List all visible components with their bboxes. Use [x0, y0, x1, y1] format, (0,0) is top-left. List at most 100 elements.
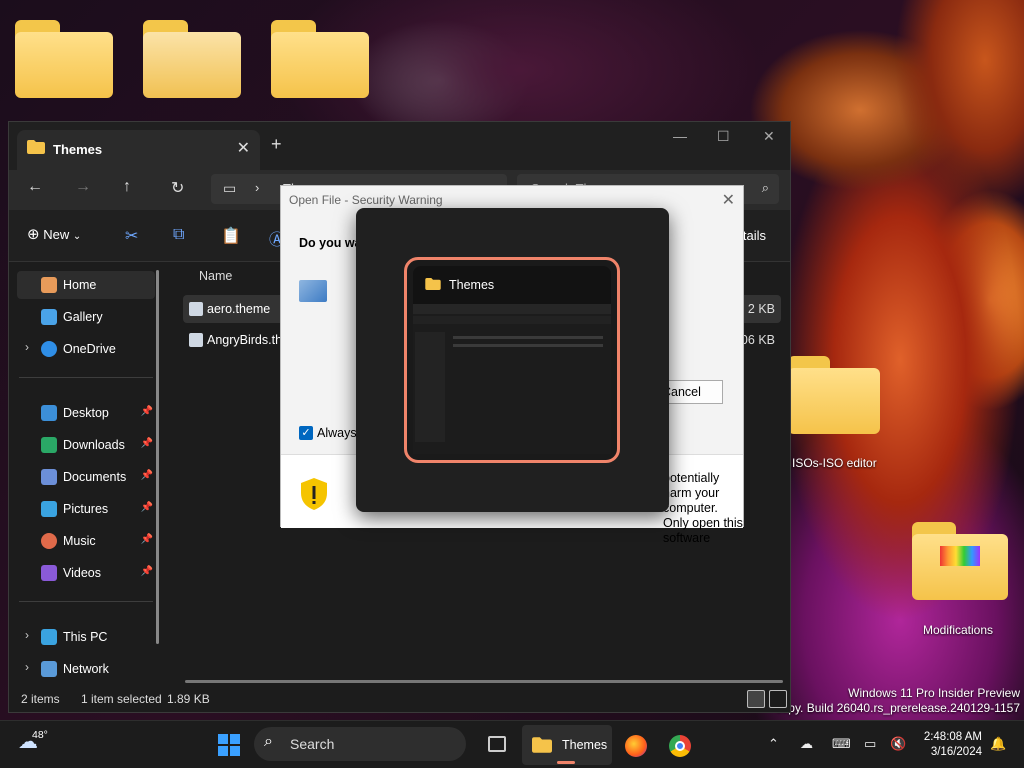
- taskbar-search[interactable]: ⌕ Search: [254, 727, 466, 761]
- mini-toolbar: [413, 316, 611, 324]
- desktop-label-modifications: Modifications: [923, 623, 994, 637]
- mini-toolbar: [413, 304, 611, 314]
- thumbnail-preview: [413, 304, 611, 454]
- plus-circle-icon: ⊕: [27, 226, 40, 243]
- pictures-icon: [41, 501, 57, 517]
- refresh-icon[interactable]: ↻: [171, 178, 184, 198]
- desktop-folder-2[interactable]: [143, 20, 241, 98]
- sidebar-item-this-pc[interactable]: › This PC: [17, 623, 155, 651]
- pin-icon[interactable]: 📌: [141, 406, 153, 417]
- document-icon: [41, 469, 57, 485]
- pin-icon[interactable]: 📌: [141, 534, 153, 545]
- keyboard-icon[interactable]: ⌨: [832, 736, 851, 752]
- taskbar: ☁ 48° ⌕ Search Themes ⌃ ☁ ⌨ ▭ 🔇 2:48:08 …: [0, 720, 1024, 768]
- sidebar-item-network[interactable]: › Network: [17, 655, 155, 683]
- chevron-right-icon[interactable]: ›: [25, 340, 29, 354]
- close-icon[interactable]: ✕: [722, 190, 735, 210]
- tab-title: Themes: [53, 142, 103, 157]
- notification-bell-icon[interactable]: 🔔: [990, 736, 1006, 752]
- always-ask-checkbox[interactable]: ✓: [299, 426, 313, 440]
- desktop-folder-modifications[interactable]: [912, 522, 1008, 600]
- video-icon: [41, 565, 57, 581]
- music-icon: [41, 533, 57, 549]
- back-icon[interactable]: ←: [27, 178, 43, 196]
- tiles-view-icon[interactable]: [769, 690, 787, 708]
- pin-icon[interactable]: 📌: [141, 438, 153, 449]
- windows-start-icon[interactable]: [218, 734, 240, 756]
- watermark-edition: Windows 11 Pro Insider Preview: [848, 686, 1020, 700]
- task-switcher: Themes: [356, 208, 669, 512]
- dialog-title: Open File - Security Warning: [289, 193, 443, 207]
- close-tab-icon[interactable]: ✕: [237, 138, 250, 158]
- volume-muted-icon[interactable]: 🔇: [890, 736, 906, 752]
- sidebar-item-documents[interactable]: Documents 📌: [17, 463, 155, 491]
- sidebar-item-onedrive[interactable]: › OneDrive: [17, 335, 155, 363]
- folder-icon: [27, 140, 45, 154]
- display-icon[interactable]: ▭: [864, 736, 876, 752]
- desktop-label-iso-editor: ISOs-ISO editor: [792, 456, 877, 470]
- thumbnail-title: Themes: [449, 278, 495, 292]
- task-view-icon[interactable]: [478, 726, 516, 764]
- minimize-icon[interactable]: —: [673, 128, 687, 144]
- chevron-right-icon[interactable]: ›: [25, 628, 29, 642]
- up-icon[interactable]: ↑: [123, 178, 131, 196]
- theme-file-icon: [189, 333, 203, 347]
- sidebar-item-desktop[interactable]: Desktop 📌: [17, 399, 155, 427]
- sidebar-item-music[interactable]: Music 📌: [17, 527, 155, 555]
- new-tab-icon[interactable]: +: [271, 134, 282, 155]
- search-icon: ⌕: [761, 180, 769, 195]
- divider: [19, 601, 153, 602]
- sidebar-item-downloads[interactable]: Downloads 📌: [17, 431, 155, 459]
- computer-icon: [41, 629, 57, 645]
- window-thumbnail-themes[interactable]: Themes: [404, 257, 620, 463]
- folder-icon: [532, 737, 552, 753]
- desktop-folder-1[interactable]: [15, 20, 113, 98]
- sidebar-item-gallery[interactable]: Gallery: [17, 303, 155, 331]
- gallery-icon: [41, 309, 57, 325]
- status-selected: 1 item selected: [81, 692, 162, 706]
- search-icon: ⌕: [264, 733, 273, 750]
- new-button[interactable]: ⊕ New ⌄: [27, 225, 81, 243]
- chevron-right-icon[interactable]: ›: [25, 660, 29, 674]
- thumbnail-header: Themes: [413, 266, 611, 304]
- clock-date: 3/16/2024: [930, 746, 982, 758]
- cloud-off-icon[interactable]: ☁: [800, 736, 813, 752]
- titlebar: Themes ✕ + — ☐ ✕: [9, 122, 790, 170]
- chevron-right-icon: ›: [255, 180, 260, 195]
- clock[interactable]: 2:48:08 AM 3/16/2024: [918, 730, 982, 760]
- column-header-name[interactable]: Name: [199, 269, 232, 283]
- close-window-icon[interactable]: ✕: [763, 128, 775, 145]
- desktop-icon: [41, 405, 57, 421]
- desktop-folder-iso-editor[interactable]: [788, 356, 880, 434]
- sidebar-item-videos[interactable]: Videos 📌: [17, 559, 155, 587]
- pin-icon[interactable]: 📌: [141, 566, 153, 577]
- pin-icon[interactable]: 📌: [141, 502, 153, 513]
- tab-themes[interactable]: Themes ✕: [17, 130, 260, 170]
- cut-icon[interactable]: ✂: [125, 226, 138, 246]
- active-indicator: [557, 761, 575, 764]
- monitor-icon: ▭: [223, 180, 237, 196]
- forward-icon[interactable]: →: [75, 178, 91, 196]
- mini-file-row: [453, 336, 603, 339]
- taskbar-explorer-themes[interactable]: Themes: [522, 725, 612, 765]
- copy-icon[interactable]: ⧉: [173, 226, 184, 244]
- horizontal-scrollbar[interactable]: [185, 680, 783, 683]
- details-view-icon[interactable]: [747, 690, 765, 708]
- chevron-up-icon[interactable]: ⌃: [768, 736, 779, 752]
- pin-icon[interactable]: 📌: [141, 470, 153, 481]
- chrome-icon[interactable]: [660, 726, 698, 764]
- rainbow-icon: [940, 546, 980, 566]
- folder-icon: [425, 278, 441, 290]
- desktop-folder-3[interactable]: [271, 20, 369, 98]
- watermark-build: copy. Build 26040.rs_prerelease.240129-1…: [775, 701, 1020, 715]
- firefox-icon[interactable]: [616, 726, 654, 764]
- navigation-pane: Home Gallery › OneDrive Desktop 📌 Downlo…: [9, 263, 165, 679]
- maximize-icon[interactable]: ☐: [717, 128, 730, 145]
- sidebar-scrollbar[interactable]: [156, 270, 159, 644]
- theme-file-icon: [189, 302, 203, 316]
- sidebar-item-home[interactable]: Home: [17, 271, 155, 299]
- paste-icon[interactable]: 📋: [221, 226, 241, 246]
- cloud-icon: [41, 341, 57, 357]
- mini-file-row: [453, 344, 603, 347]
- sidebar-item-pictures[interactable]: Pictures 📌: [17, 495, 155, 523]
